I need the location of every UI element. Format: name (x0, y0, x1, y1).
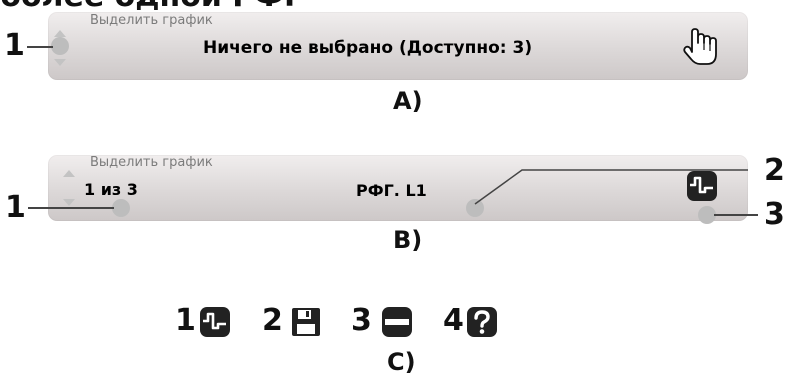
callout-line-3 (714, 214, 758, 216)
question-icon (466, 306, 498, 338)
graph-counter: 1 из 3 (84, 180, 138, 199)
save-icon (290, 306, 322, 338)
selected-graph-name: РФГ. L1 (356, 181, 427, 200)
arrow-up-icon[interactable] (63, 170, 75, 177)
arrow-down-icon[interactable] (54, 59, 66, 66)
legend-number-3: 3 (351, 303, 372, 338)
arrow-down-icon[interactable] (63, 199, 75, 206)
callout-line-1 (27, 46, 53, 48)
status-text: Ничего не выбрано (Доступно: 3) (203, 38, 533, 58)
waveform-icon[interactable] (686, 170, 718, 202)
callout-number-2: 2 (764, 153, 785, 188)
hint-label: Выделить график (90, 155, 213, 170)
callout-dot-1 (112, 199, 130, 217)
legend-number-1: 1 (175, 303, 196, 338)
callout-number-3: 3 (764, 197, 785, 232)
selection-arrows[interactable] (60, 170, 78, 206)
caption-b: B) (393, 226, 423, 254)
callout-dot-1 (51, 37, 69, 55)
arrow-up-icon[interactable] (54, 30, 66, 37)
minus-icon (381, 306, 413, 338)
callout-number-1: 1 (5, 190, 26, 225)
page-title: более одной РФГ (0, 0, 303, 12)
legend-number-2: 2 (262, 303, 283, 338)
hint-label: Выделить график (90, 13, 213, 28)
caption-a: A) (393, 87, 423, 115)
hand-cursor-icon[interactable] (678, 24, 722, 68)
waveform-icon (199, 306, 231, 338)
legend-number-4: 4 (443, 303, 464, 338)
callout-line-1 (28, 207, 114, 209)
caption-c: C) (387, 348, 416, 376)
callout-number-1: 1 (4, 28, 25, 63)
